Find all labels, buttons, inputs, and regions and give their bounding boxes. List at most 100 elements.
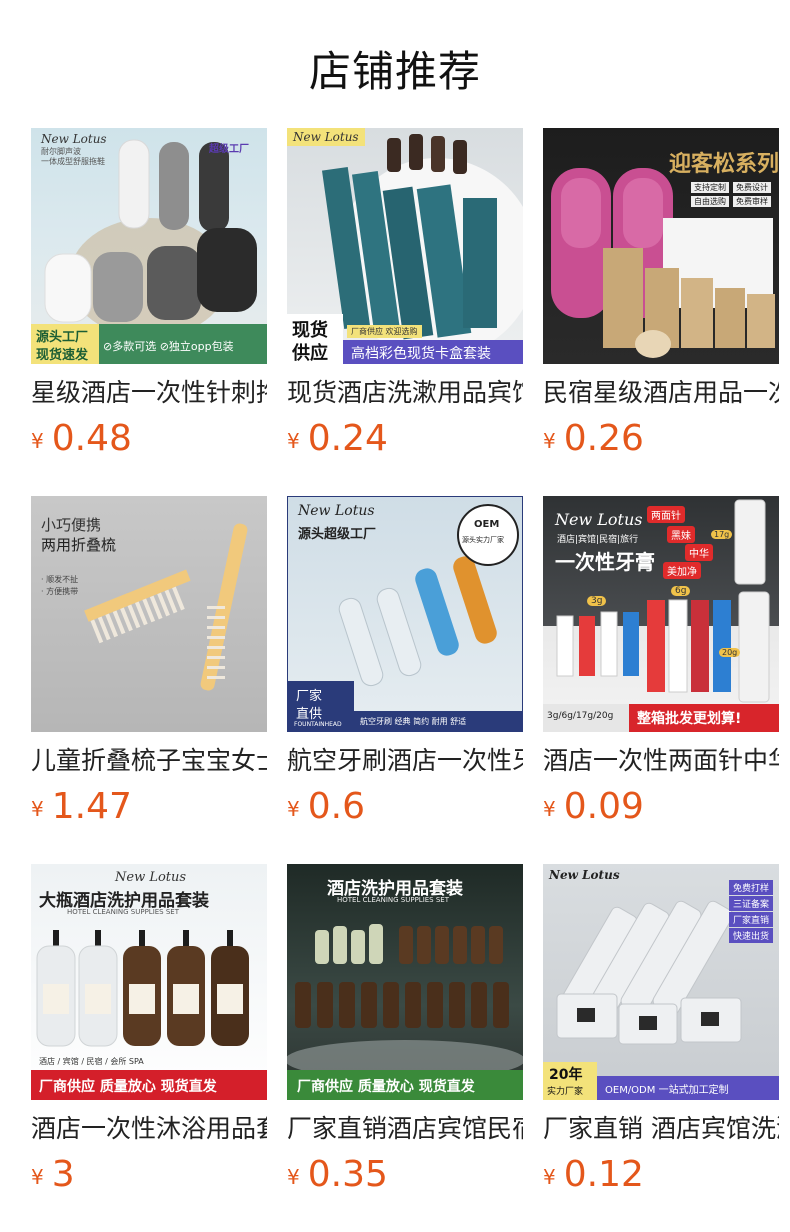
product-card[interactable]: New Lotus 耐尔脚声波 一体成型舒服拖鞋 超级工厂 源头工厂 现货速发 … xyxy=(31,128,267,496)
size-badge: 3g xyxy=(587,596,607,606)
product-image-toothpaste[interactable]: New Lotus 酒店|宾馆|民宿|旅行 一次性牙膏 两面针 黑妹 中华 美加… xyxy=(543,496,779,732)
footer-text: 3g/6g/17g/20g xyxy=(547,711,614,721)
tag-text: 支持定制 xyxy=(691,182,729,193)
banner-text: 现货速发 xyxy=(36,348,89,363)
product-card[interactable]: 迎客松系列 支持定制 免费设计 自由选购 免费审样 民宿星级酒店用品一次性 ¥0… xyxy=(543,128,779,496)
tag-text: 免费设计 xyxy=(733,182,771,193)
product-image-wash-kit[interactable]: New Lotus 免费打样 三证备案 厂家直销 快速出货 20年 实力厂家 O… xyxy=(543,864,779,1100)
brand-tag: 中华 xyxy=(685,544,713,561)
tag-text: 自由选购 xyxy=(691,196,729,207)
product-price: ¥0.12 xyxy=(543,1154,644,1195)
headline-text: 迎客松系列 xyxy=(669,152,779,177)
product-name[interactable]: 星级酒店一次性针刺拖鞋 xyxy=(31,378,267,408)
price-value: 0.48 xyxy=(51,418,132,459)
currency-symbol: ¥ xyxy=(31,1165,44,1189)
price-value: 0.12 xyxy=(563,1154,644,1195)
product-name[interactable]: 厂家直销酒店宾馆民宿洗护 xyxy=(287,1114,523,1144)
price-value: 1.47 xyxy=(51,786,132,827)
corner-text: FOUNTAINHEAD xyxy=(294,721,342,728)
brand-text: New Lotus xyxy=(41,132,107,146)
size-badge: 17g xyxy=(711,530,733,539)
product-card[interactable]: New Lotus 现货 供应 厂商供应 欢迎选购 高档彩色现货卡盒套装 现货酒… xyxy=(287,128,523,496)
currency-symbol: ¥ xyxy=(543,1165,556,1189)
product-price: ¥0.09 xyxy=(543,786,644,827)
subtitle-text: 源头超级工厂 xyxy=(298,527,377,542)
service-tag: 快速出货 xyxy=(729,928,774,943)
price-value: 0.09 xyxy=(563,786,644,827)
brand-text: New Lotus xyxy=(115,870,187,885)
currency-symbol: ¥ xyxy=(31,797,44,821)
currency-symbol: ¥ xyxy=(287,1165,300,1189)
service-tag: 厂家直销 xyxy=(729,912,774,927)
image-caption: 一体成型舒服拖鞋 xyxy=(41,157,105,166)
product-image-travel-toothbrush[interactable]: New Lotus 源头超级工厂 OEM 源头实力厂家 厂家 直供 FOUNTA… xyxy=(287,496,523,732)
product-card[interactable]: New Lotus 免费打样 三证备案 厂家直销 快速出货 20年 实力厂家 O… xyxy=(543,864,779,1232)
corner-text: 直供 xyxy=(296,707,323,722)
product-image-folding-comb[interactable]: 小巧便携 两用折叠梳 · 顺发不扯 · 方便携带 xyxy=(31,496,267,732)
product-name[interactable]: 酒店一次性沐浴用品套装 xyxy=(31,1114,267,1144)
price-value: 0.6 xyxy=(307,786,365,827)
product-name[interactable]: 航空牙刷酒店一次性牙刷 xyxy=(287,746,523,776)
brand-text: New Lotus xyxy=(298,503,375,519)
currency-symbol: ¥ xyxy=(543,429,556,453)
currency-symbol: ¥ xyxy=(287,429,300,453)
image-caption: 两用折叠梳 xyxy=(41,536,117,554)
currency-symbol: ¥ xyxy=(31,429,44,453)
product-card[interactable]: 小巧便携 两用折叠梳 · 顺发不扯 · 方便携带 儿童折叠梳子宝宝女士便携 ¥1… xyxy=(31,496,267,864)
subtitle-text: 酒店|宾馆|民宿|旅行 xyxy=(557,535,639,545)
service-tag: 三证备案 xyxy=(729,896,774,911)
image-caption: · 顺发不扯 xyxy=(41,575,79,584)
banner-text: 源头工厂 xyxy=(36,330,89,345)
tag-text: 免费审样 xyxy=(733,196,771,207)
product-image-amenity-kit[interactable]: New Lotus 现货 供应 厂商供应 欢迎选购 高档彩色现货卡盒套装 xyxy=(287,128,523,364)
tag-text: 厂商供应 欢迎选购 xyxy=(347,325,422,338)
product-card[interactable]: New Lotus 大瓶酒店洗护用品套装 HOTEL CLEANING SUPP… xyxy=(31,864,267,1232)
product-card[interactable]: 酒店洗护用品套装 HOTEL CLEANING SUPPLIES SET 厂商供… xyxy=(287,864,523,1232)
footer-text: 航空牙刷 经典 简约 耐用 舒适 xyxy=(360,717,467,726)
store-recommendations-page: 店铺推荐 New Lotus 耐尔脚声波 一体成型舒服拖鞋 超级工厂 源头工厂 … xyxy=(0,0,790,1232)
years-text: 实力厂家 xyxy=(547,1087,584,1097)
product-card[interactable]: New Lotus 源头超级工厂 OEM 源头实力厂家 厂家 直供 FOUNTA… xyxy=(287,496,523,864)
corner-text: 厂家 xyxy=(296,689,323,704)
product-card[interactable]: New Lotus 酒店|宾馆|民宿|旅行 一次性牙膏 两面针 黑妹 中华 美加… xyxy=(543,496,779,864)
product-name[interactable]: 厂家直销 酒店宾馆洗漱用品 xyxy=(543,1114,779,1144)
seal-text: OEM xyxy=(474,519,500,530)
product-name[interactable]: 现货酒店洗漱用品宾馆套装 xyxy=(287,378,523,408)
factory-badge: 超级工厂 xyxy=(209,144,249,155)
brand-tag: 两面针 xyxy=(647,506,685,523)
product-image-care-set[interactable]: 酒店洗护用品套装 HOTEL CLEANING SUPPLIES SET 厂商供… xyxy=(287,864,523,1100)
brand-tag: 美加净 xyxy=(663,562,701,579)
years-text: 20年 xyxy=(549,1067,583,1083)
currency-symbol: ¥ xyxy=(287,797,300,821)
banner-text: 高档彩色现货卡盒套装 xyxy=(351,346,491,362)
product-price: ¥0.6 xyxy=(287,786,365,827)
brand-text: New Lotus xyxy=(287,128,365,146)
banner-text: 厂商供应 质量放心 现货直发 xyxy=(39,1079,217,1095)
venues-text: 酒店 / 宾馆 / 民宿 / 会所 SPA xyxy=(39,1057,144,1066)
banner-text: 厂商供应 质量放心 现货直发 xyxy=(297,1079,475,1095)
product-image-yingkesong-set[interactable]: 迎客松系列 支持定制 免费设计 自由选购 免费审样 xyxy=(543,128,779,364)
product-name[interactable]: 酒店一次性两面针中华牙膏 xyxy=(543,746,779,776)
size-badge: 6g xyxy=(671,586,691,596)
price-value: 0.24 xyxy=(307,418,388,459)
product-price: ¥0.26 xyxy=(543,418,644,459)
image-caption: 小巧便携 xyxy=(41,516,102,534)
section-title: 店铺推荐 xyxy=(308,47,481,96)
banner-text: ⊘多款可选 ⊘独立opp包装 xyxy=(103,340,234,353)
price-value: 3 xyxy=(51,1154,75,1195)
size-badge: 20g xyxy=(719,648,741,657)
product-name[interactable]: 民宿星级酒店用品一次性 xyxy=(543,378,779,408)
price-value: 0.35 xyxy=(307,1154,388,1195)
brand-text: New Lotus xyxy=(555,510,643,529)
product-grid: New Lotus 耐尔脚声波 一体成型舒服拖鞋 超级工厂 源头工厂 现货速发 … xyxy=(31,128,779,1232)
product-image-bath-bottles[interactable]: New Lotus 大瓶酒店洗护用品套装 HOTEL CLEANING SUPP… xyxy=(31,864,267,1100)
brand-tag: 黑妹 xyxy=(667,526,695,543)
product-image-slippers[interactable]: New Lotus 耐尔脚声波 一体成型舒服拖鞋 超级工厂 源头工厂 现货速发 … xyxy=(31,128,267,364)
price-value: 0.26 xyxy=(563,418,644,459)
product-name[interactable]: 儿童折叠梳子宝宝女士便携 xyxy=(31,746,267,776)
subline-text: HOTEL CLEANING SUPPLIES SET xyxy=(67,908,179,916)
product-price: ¥1.47 xyxy=(31,786,132,827)
product-price: ¥0.48 xyxy=(31,418,132,459)
brand-text: New Lotus xyxy=(549,868,620,882)
footer-text: 整箱批发更划算! xyxy=(637,711,742,727)
